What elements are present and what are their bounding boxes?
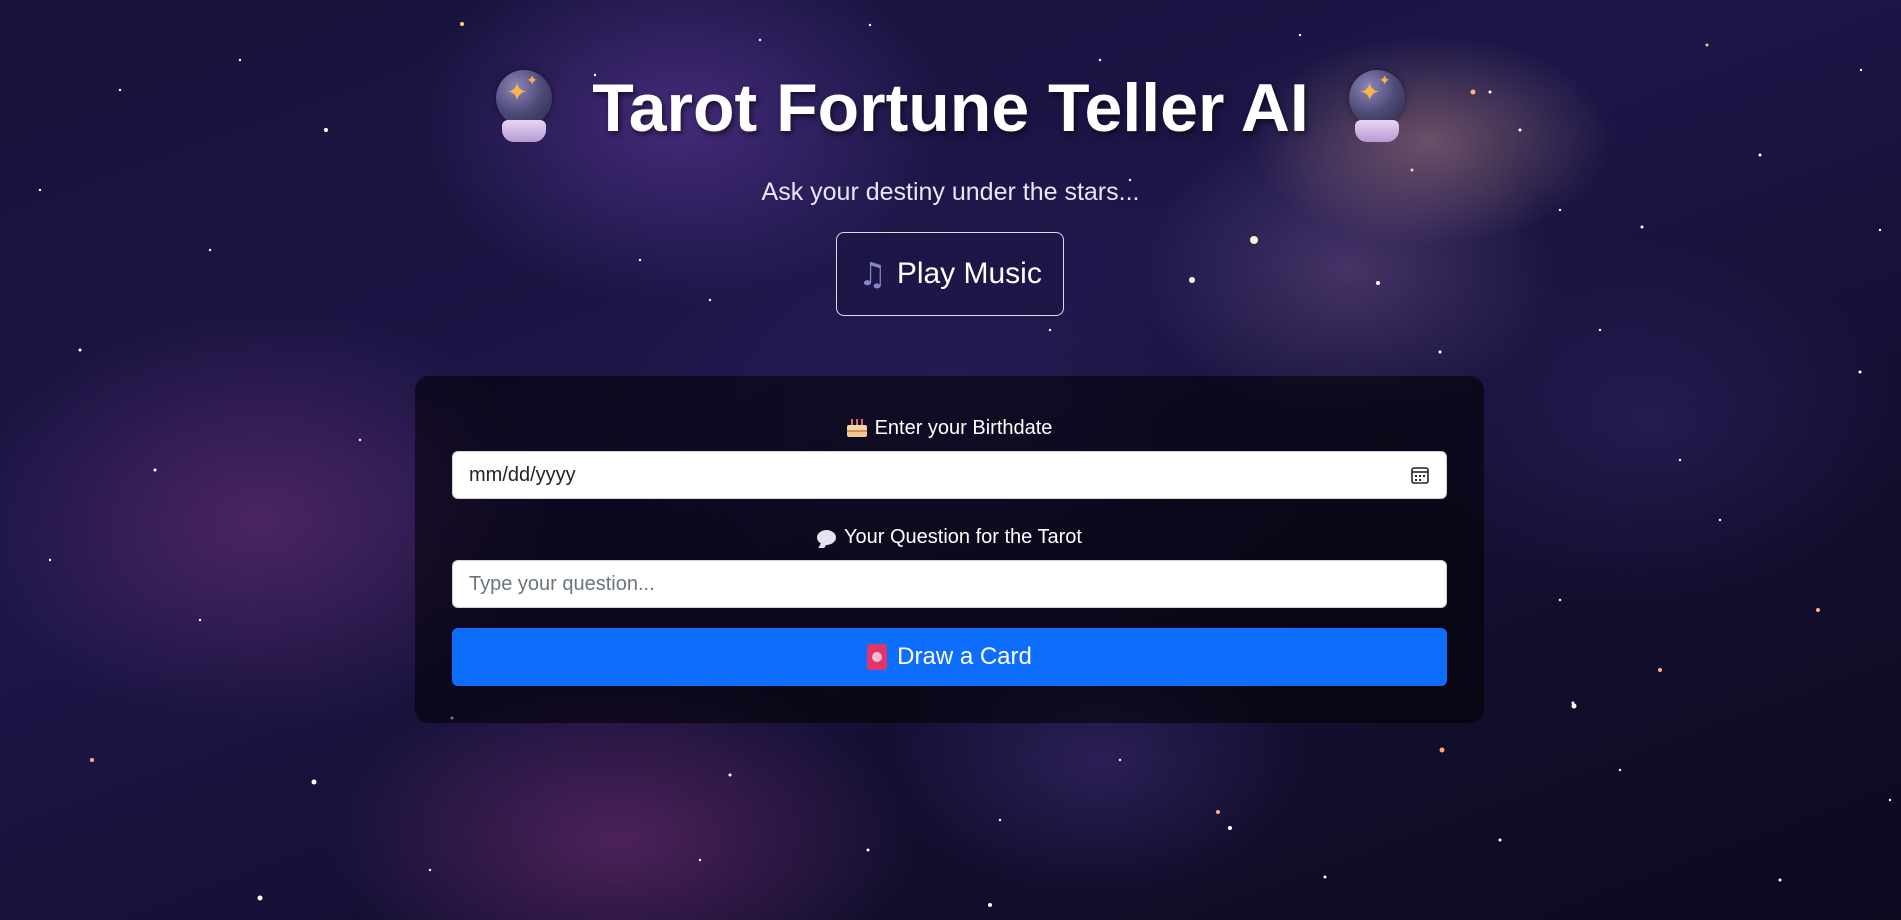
question-label: Your Question for the Tarot [844, 526, 1082, 548]
birthdate-value: mm/dd/yyyy [469, 463, 576, 486]
play-music-label: Play Music [896, 257, 1042, 290]
page-title: Tarot Fortune Teller AI [592, 70, 1309, 146]
fortune-form-panel: Enter your Birthdate mm/dd/yyyy Your Que… [415, 376, 1484, 723]
birthday-cake-icon [846, 419, 867, 437]
crystal-ball-icon: ✦ ✦ [1345, 70, 1409, 146]
tarot-card-icon [867, 644, 888, 670]
calendar-icon[interactable] [1410, 465, 1430, 485]
birthdate-label-row: Enter your Birthdate [452, 414, 1447, 442]
speech-balloon-icon [817, 529, 837, 545]
page-header: ✦ ✦ Tarot Fortune Teller AI ✦ ✦ Ask your… [0, 58, 1901, 207]
crystal-ball-icon: ✦ ✦ [492, 70, 556, 146]
question-input[interactable]: Type your question... [452, 560, 1447, 608]
musical-notes-icon: ♫ [858, 255, 887, 293]
page-subtitle: Ask your destiny under the stars... [761, 178, 1140, 206]
play-music-button[interactable]: ♫ Play Music [836, 232, 1064, 316]
question-label-row: Your Question for the Tarot [452, 523, 1447, 551]
draw-card-button[interactable]: Draw a Card [452, 628, 1447, 686]
draw-card-label: Draw a Card [897, 643, 1032, 670]
question-placeholder: Type your question... [469, 572, 655, 595]
birthdate-label: Enter your Birthdate [874, 417, 1053, 439]
birthdate-input[interactable]: mm/dd/yyyy [452, 451, 1447, 499]
title-row: ✦ ✦ Tarot Fortune Teller AI ✦ ✦ [0, 58, 1901, 158]
